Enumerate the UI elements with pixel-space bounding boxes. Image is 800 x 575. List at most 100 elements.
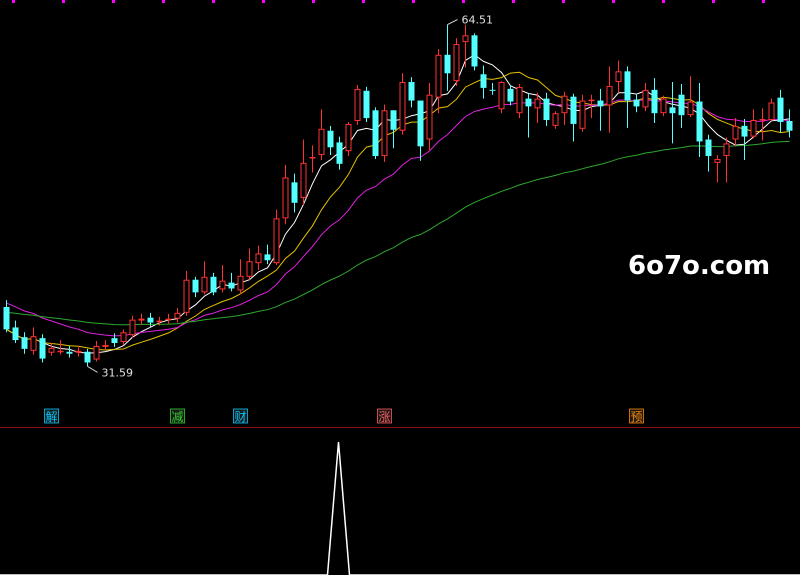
candle-body	[219, 280, 226, 290]
top-tick	[362, 0, 365, 3]
candle-body	[660, 98, 667, 114]
top-tick	[612, 0, 615, 3]
watermark-text: 6o7o.com	[628, 251, 771, 281]
candle-body	[3, 306, 10, 330]
candle-body	[732, 125, 739, 140]
candle-body	[462, 35, 469, 43]
candle-body	[678, 94, 685, 116]
candle-body	[741, 125, 748, 137]
top-tick	[162, 0, 165, 3]
candle-body	[606, 85, 613, 106]
candle-body	[444, 54, 451, 74]
candle-body	[759, 119, 766, 121]
candle-body	[723, 143, 730, 157]
candle-body	[237, 275, 244, 291]
candle-body	[255, 253, 262, 264]
candle-body	[165, 318, 172, 321]
candle-body	[12, 327, 19, 341]
event-marker-label: 涨	[378, 409, 390, 424]
candle-body	[498, 82, 505, 110]
candle-body	[282, 177, 289, 219]
candle-body	[408, 82, 415, 101]
top-tick	[312, 0, 315, 3]
candle-body	[264, 254, 271, 261]
candle-body	[471, 35, 478, 67]
candle-body	[669, 107, 676, 114]
candle-body	[417, 100, 424, 147]
top-tick	[762, 0, 765, 3]
candle-body	[750, 120, 757, 137]
candle-body	[174, 312, 181, 319]
candle-body	[390, 110, 397, 130]
candle-body	[516, 86, 523, 114]
candle-body	[93, 345, 100, 360]
candle-body	[21, 337, 28, 349]
candle-body	[120, 332, 127, 343]
candle-body	[66, 351, 73, 354]
candle-body	[75, 350, 82, 353]
annotation-leader	[87, 365, 98, 373]
candle-body	[615, 71, 622, 83]
candle-body	[129, 319, 136, 336]
candle-body	[453, 44, 460, 82]
candle-body	[183, 279, 190, 313]
candle-body	[210, 276, 217, 293]
candle-body	[309, 157, 316, 159]
candle-body	[336, 142, 343, 164]
candle-body	[534, 98, 541, 109]
candle-body	[633, 99, 640, 107]
candle-body	[561, 95, 568, 114]
candle-body	[705, 139, 712, 157]
candle-body	[480, 74, 487, 88]
indicator-line	[0, 441, 800, 575]
candle-body	[318, 128, 325, 156]
top-tick	[262, 0, 265, 3]
top-tick	[62, 0, 65, 3]
candle-body	[525, 98, 532, 107]
candle-body	[687, 101, 694, 116]
high-price-label: 64.51	[462, 14, 494, 27]
event-marker-label: 财	[234, 410, 246, 424]
candle-body	[651, 89, 658, 114]
top-tick	[562, 0, 565, 3]
candle-body	[273, 218, 280, 264]
candle-body	[714, 158, 721, 163]
candle-body	[597, 100, 604, 107]
event-marker-label: 解	[45, 410, 57, 424]
candle-body	[327, 130, 334, 148]
candle-body	[192, 279, 199, 293]
candle-body	[489, 89, 496, 91]
candle-body	[363, 90, 370, 119]
candle-body	[399, 82, 406, 131]
candle-body	[642, 89, 649, 108]
candle-body	[507, 88, 514, 102]
candle-body	[435, 54, 442, 98]
candle-body	[372, 110, 379, 157]
low-price-label: 31.59	[102, 366, 134, 379]
candle-body	[426, 94, 433, 140]
candle-body	[246, 261, 253, 277]
top-tick	[712, 0, 715, 3]
candle-body	[768, 102, 775, 121]
candle-body	[147, 317, 154, 323]
candle-body	[291, 182, 298, 203]
top-tick	[412, 0, 415, 3]
candle-body	[579, 100, 586, 129]
chart-canvas: 64.51 31.59 解 减 财 涨 预	[0, 0, 800, 575]
candle-body	[552, 113, 559, 126]
candle-body	[345, 123, 352, 152]
event-marker-label: 减	[171, 410, 183, 424]
top-tick	[12, 0, 15, 3]
candle-body	[84, 351, 91, 363]
top-tick	[462, 0, 465, 3]
candle-body	[39, 338, 46, 359]
top-tick	[112, 0, 115, 3]
candle-body	[30, 336, 37, 351]
candle-body	[381, 110, 388, 157]
annotation-leader	[447, 19, 458, 26]
candle-body	[696, 101, 703, 142]
candle-body	[543, 98, 550, 121]
candle-body	[102, 344, 109, 347]
candle-body	[138, 318, 145, 321]
candle-body	[201, 276, 208, 293]
